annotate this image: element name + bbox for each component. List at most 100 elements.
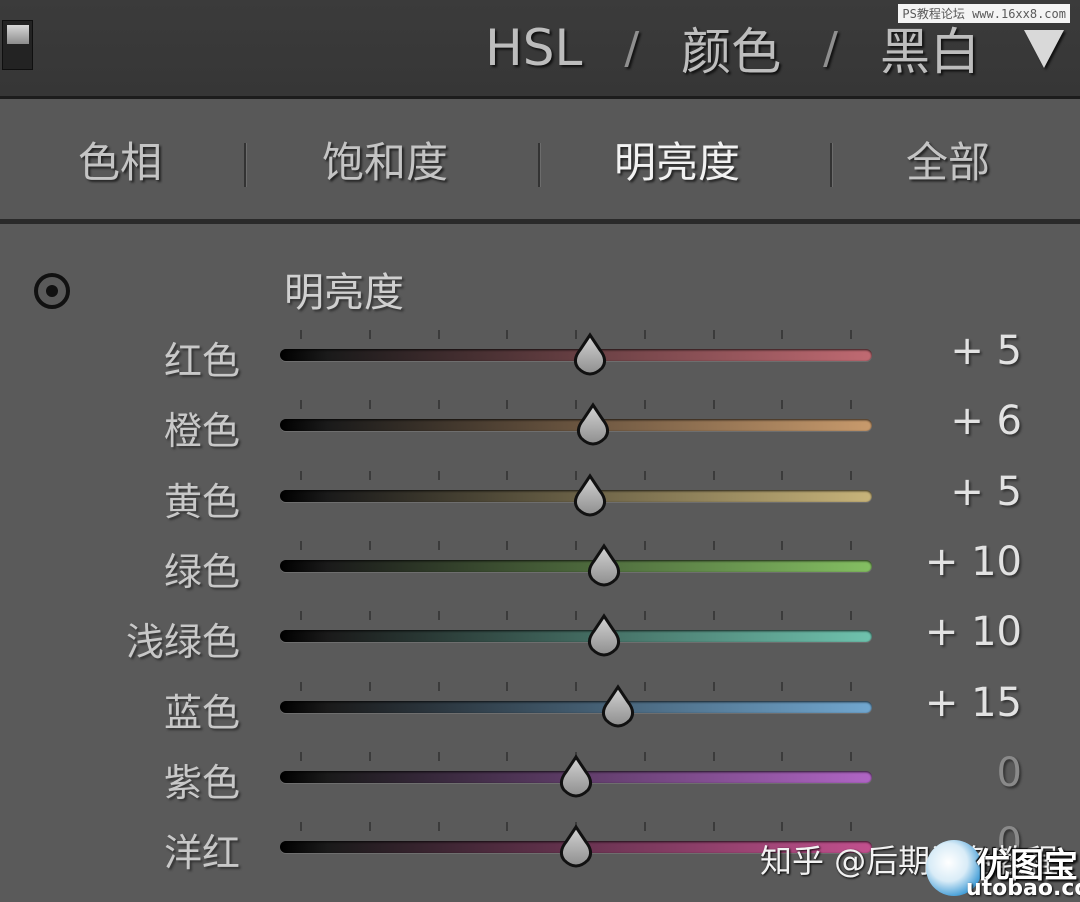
slider-tick: [643, 822, 646, 832]
slider-tick: [643, 330, 646, 339]
slider-tick: [437, 681, 440, 691]
slider-tick: [300, 540, 302, 550]
tab-divider: [830, 143, 832, 187]
slider-tick: [506, 330, 509, 339]
hsl-panel: HSL / 颜色 / 黑白 PS教程论坛 www.16xx8.com 色相 饱和…: [0, 0, 1080, 902]
slider-thumb[interactable]: [582, 613, 626, 657]
slider-tick: [643, 681, 646, 691]
slider-tick: [712, 681, 715, 691]
slider-tick: [506, 822, 509, 832]
slider-tick: [643, 751, 646, 761]
target-adjust-icon[interactable]: [32, 271, 72, 311]
slider-value[interactable]: 0: [997, 750, 1022, 796]
luminance-panel: 明亮度 红色 + 5 橙色 + 6 黄色 + 5 绿色 + 10 浅绿色 + 10 蓝色 + 15 紫色…: [0, 224, 1080, 902]
slider-tick: [506, 470, 509, 480]
slider-value[interactable]: + 10: [925, 609, 1022, 655]
section-title: 明亮度: [284, 270, 404, 316]
slider-label: 黄色: [163, 479, 240, 524]
slider-tick: [300, 611, 302, 621]
tab-all[interactable]: 全部: [906, 129, 990, 190]
panel-header: HSL / 颜色 / 黑白 PS教程论坛 www.16xx8.com: [0, 0, 1080, 99]
slider-tick: [300, 681, 302, 691]
slider-tick: [437, 400, 440, 410]
slider-tick: [437, 751, 440, 761]
slider-value[interactable]: + 15: [925, 680, 1022, 726]
slider-tick: [575, 611, 577, 621]
slider-tick: [368, 751, 371, 761]
slider-tick: [506, 540, 509, 550]
watermark-text: PS教程论坛 www.16xx8.com: [898, 4, 1070, 23]
slider-thumb[interactable]: [568, 472, 612, 517]
slider-value[interactable]: + 5: [950, 469, 1022, 515]
panel-collapse-toggle[interactable]: [2, 20, 33, 70]
slider-tick: [437, 540, 440, 550]
slider-value[interactable]: + 10: [925, 539, 1022, 585]
slider-tick: [781, 330, 784, 339]
slider-tick: [506, 681, 509, 691]
slider-label: 蓝色: [163, 690, 240, 735]
triangle-down-icon[interactable]: [1024, 30, 1064, 68]
slider-tick: [781, 611, 784, 621]
slider-track[interactable]: [280, 559, 872, 572]
slider-value[interactable]: + 5: [950, 328, 1022, 374]
slider-thumb[interactable]: [568, 332, 612, 376]
slider-tick: [506, 400, 509, 410]
slider-thumb[interactable]: [582, 543, 626, 587]
slider-tick: [368, 330, 371, 339]
tab-saturation[interactable]: 饱和度: [322, 129, 448, 190]
tab-luminance[interactable]: 明亮度: [614, 129, 740, 190]
slider-tick: [781, 400, 784, 410]
slider-tick: [437, 330, 440, 339]
slider-tick: [643, 540, 646, 550]
slider-tick: [437, 470, 440, 480]
slider-tick: [712, 822, 715, 832]
slider-tick: [850, 681, 852, 691]
slider-tick: [300, 330, 302, 339]
tab-hue[interactable]: 色相: [78, 129, 162, 190]
slider-tick: [850, 470, 852, 480]
slider-tick: [300, 400, 302, 410]
header-separator: /: [823, 22, 838, 74]
header-tab-hsl[interactable]: HSL: [485, 19, 582, 77]
header-separator: /: [624, 22, 640, 74]
slider-tick: [781, 681, 784, 691]
slider-tick: [300, 470, 302, 480]
slider-tick: [368, 822, 371, 832]
slider-tick: [712, 611, 715, 621]
slider-row: 紫色 0: [0, 744, 1080, 814]
slider-tick: [437, 822, 440, 832]
slider-label: 浅绿色: [125, 620, 240, 665]
tab-bar: 色相 饱和度 明亮度 全部: [0, 99, 1080, 224]
slider-tick: [850, 822, 852, 832]
slider-value[interactable]: + 6: [950, 398, 1022, 444]
slider-tick: [712, 400, 715, 410]
slider-track[interactable]: [280, 630, 872, 643]
slider-tick: [643, 400, 646, 410]
slider-thumb[interactable]: [554, 754, 598, 798]
slider-label: 紫色: [163, 760, 240, 805]
slider-tick: [850, 611, 852, 621]
slider-tick: [781, 540, 784, 550]
slider-tick: [368, 681, 371, 691]
slider-tick: [781, 822, 784, 832]
slider-tick: [850, 751, 852, 761]
slider-tick: [437, 611, 440, 621]
slider-tick: [575, 540, 577, 550]
slider-tick: [781, 470, 784, 480]
slider-tick: [368, 400, 371, 410]
header-tab-color[interactable]: 颜色: [681, 12, 781, 84]
slider-row: 红色 + 5: [0, 322, 1080, 392]
tab-divider: [538, 143, 540, 187]
slider-label: 橙色: [163, 409, 240, 454]
slider-tick: [850, 540, 852, 550]
slider-row: 蓝色 + 15: [0, 674, 1080, 744]
slider-row: 绿色 + 10: [0, 533, 1080, 603]
slider-thumb[interactable]: [554, 824, 598, 868]
site-logo: 优图宝 utobao.com: [926, 838, 1080, 901]
slider-track[interactable]: [280, 700, 872, 713]
slider-thumb[interactable]: [571, 402, 615, 446]
slider-tick: [368, 540, 371, 550]
slider-thumb[interactable]: [596, 683, 640, 728]
slider-row: 黄色 + 5: [0, 463, 1080, 533]
slider-tick-marks: [300, 611, 852, 621]
